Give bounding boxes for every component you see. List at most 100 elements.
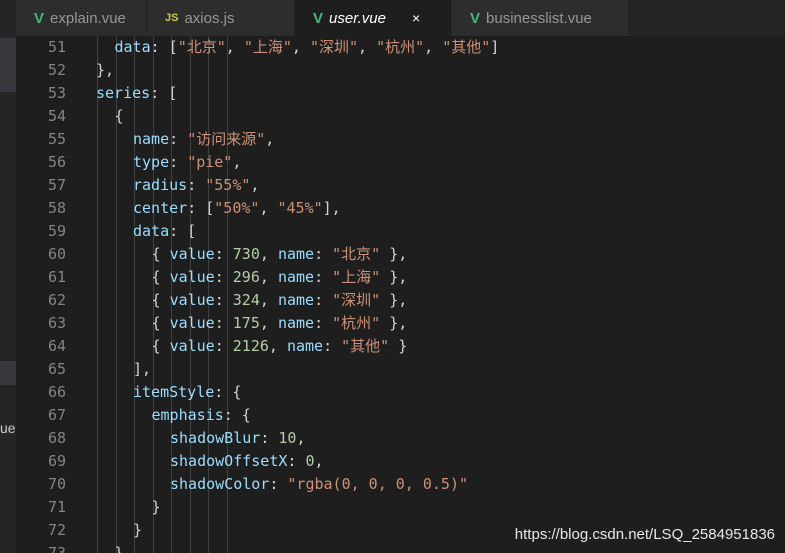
code-text: { value: 2126, name: "其他" } [152, 335, 408, 358]
code-line[interactable]: 56 type: "pie", [16, 151, 785, 174]
code-line[interactable]: 60 { value: 730, name: "北京" }, [16, 243, 785, 266]
tab-user-vue[interactable]: V user.vue × [295, 0, 452, 36]
code-line[interactable]: 65], [16, 358, 785, 381]
code-text: shadowBlur: 10, [170, 427, 305, 450]
code-line[interactable]: 69 shadowOffsetX: 0, [16, 450, 785, 473]
code-editor[interactable]: 51 data: ["北京", "上海", "深圳", "杭州", "其他"] 52… [16, 36, 785, 553]
code-token: "上海" [243, 38, 292, 56]
code-token: name [277, 245, 315, 263]
line-number: 71 [47, 498, 66, 516]
code-line[interactable]: 68 shadowBlur: 10, [16, 427, 785, 450]
sidebar-highlighted-item[interactable] [0, 361, 16, 385]
code-token: value [169, 314, 215, 332]
code-token: value [169, 337, 215, 355]
code-token: name [277, 314, 315, 332]
code-token: { [151, 268, 170, 286]
code-line[interactable]: 58 center: ["50%", "45%"], [16, 197, 785, 220]
code-token: }, [380, 245, 408, 263]
code-line[interactable]: 71} [16, 496, 785, 519]
code-text: } [152, 496, 161, 519]
code-text: { value: 730, name: "北京" }, [152, 243, 408, 266]
code-token: : [214, 337, 233, 355]
code-line[interactable]: 54 { [16, 105, 785, 128]
code-text: shadowColor: "rgba(0, 0, 0, 0.5)" [170, 473, 468, 496]
code-token: 10 [278, 429, 297, 447]
line-number: 62 [47, 291, 66, 309]
line-number: 65 [47, 360, 66, 378]
code-token: shadowOffsetX [170, 452, 288, 470]
tab-explain-vue[interactable]: V explain.vue [16, 0, 147, 36]
code-token: 175 [232, 314, 260, 332]
code-token: ], [322, 199, 341, 217]
code-line[interactable]: 62 { value: 324, name: "深圳" }, [16, 289, 785, 312]
line-number: 73 [47, 544, 66, 553]
tab-label: user.vue [329, 9, 386, 27]
tab-businesslist-vue[interactable]: V businesslist.vue [452, 0, 629, 36]
line-number: 52 [47, 61, 66, 79]
code-line[interactable]: 64 { value: 2126, name: "其他" } [16, 335, 785, 358]
code-token: : { [214, 383, 242, 401]
code-line[interactable]: 73} [16, 542, 785, 553]
code-token: , [250, 176, 260, 194]
code-token: data [133, 222, 170, 240]
code-token: name [277, 268, 315, 286]
code-token: : [214, 314, 233, 332]
code-line[interactable]: 57 radius: "55%", [16, 174, 785, 197]
line-number: 60 [47, 245, 66, 263]
code-line[interactable]: 52}, [16, 59, 785, 82]
code-token: : [169, 130, 188, 148]
code-line[interactable]: 66 itemStyle: { [16, 381, 785, 404]
code-token: 324 [232, 291, 260, 309]
code-text: itemStyle: { [133, 381, 241, 404]
code-token: "杭州" [376, 38, 425, 56]
code-token: , [225, 38, 244, 56]
code-text: name: "访问来源", [133, 128, 274, 151]
code-token: "上海" [332, 268, 381, 286]
code-token: : [ [187, 199, 215, 217]
code-token: : [ [150, 38, 178, 56]
code-token: type [133, 153, 170, 171]
code-token: "杭州" [332, 314, 381, 332]
code-line[interactable]: 51 data: ["北京", "上海", "深圳", "杭州", "其他"] [16, 36, 785, 59]
code-token: "北京" [332, 245, 381, 263]
code-text: { [115, 105, 124, 128]
code-token: : [323, 337, 342, 355]
sidebar-file-fragment[interactable]: ue [0, 420, 16, 436]
code-line[interactable]: 53 series: [ [16, 82, 785, 105]
code-line[interactable]: 59 data: [ [16, 220, 785, 243]
code-line[interactable]: 67 emphasis: { [16, 404, 785, 427]
code-line[interactable]: 70 shadowColor: "rgba(0, 0, 0, 0.5)" [16, 473, 785, 496]
line-number: 58 [47, 199, 66, 217]
explorer-sidebar: ue [0, 0, 16, 553]
code-line[interactable]: 63 { value: 175, name: "杭州" }, [16, 312, 785, 335]
code-token: : [314, 245, 333, 263]
code-text: data: [ [133, 220, 196, 243]
code-token: 2126 [232, 337, 269, 355]
code-token: series [96, 84, 151, 102]
code-line[interactable]: 55 name: "访问来源", [16, 128, 785, 151]
code-token: : [214, 268, 233, 286]
code-line[interactable]: 61 { value: 296, name: "上海" }, [16, 266, 785, 289]
line-number: 51 [47, 38, 66, 56]
line-number: 54 [47, 107, 66, 125]
code-token: { [151, 337, 170, 355]
code-token: : [314, 268, 333, 286]
js-icon: JS [165, 12, 179, 24]
code-token: 730 [232, 245, 260, 263]
code-token: emphasis [151, 406, 224, 424]
vue-icon: V [313, 9, 324, 27]
code-token: } [151, 498, 161, 516]
code-text: data: ["北京", "上海", "深圳", "杭州", "其他"] [115, 36, 500, 59]
sidebar-selected-item[interactable] [0, 38, 16, 92]
code-token: , [259, 199, 278, 217]
code-text: radius: "55%", [133, 174, 259, 197]
close-icon[interactable]: × [412, 10, 420, 26]
code-token: : [169, 153, 188, 171]
code-text: { value: 324, name: "深圳" }, [152, 289, 408, 312]
code-token: ] [490, 38, 500, 56]
code-text: } [115, 542, 124, 553]
code-token: }, [380, 314, 408, 332]
code-text: emphasis: { [152, 404, 251, 427]
line-number: 59 [47, 222, 66, 240]
tab-axios-js[interactable]: JS axios.js [147, 0, 295, 36]
